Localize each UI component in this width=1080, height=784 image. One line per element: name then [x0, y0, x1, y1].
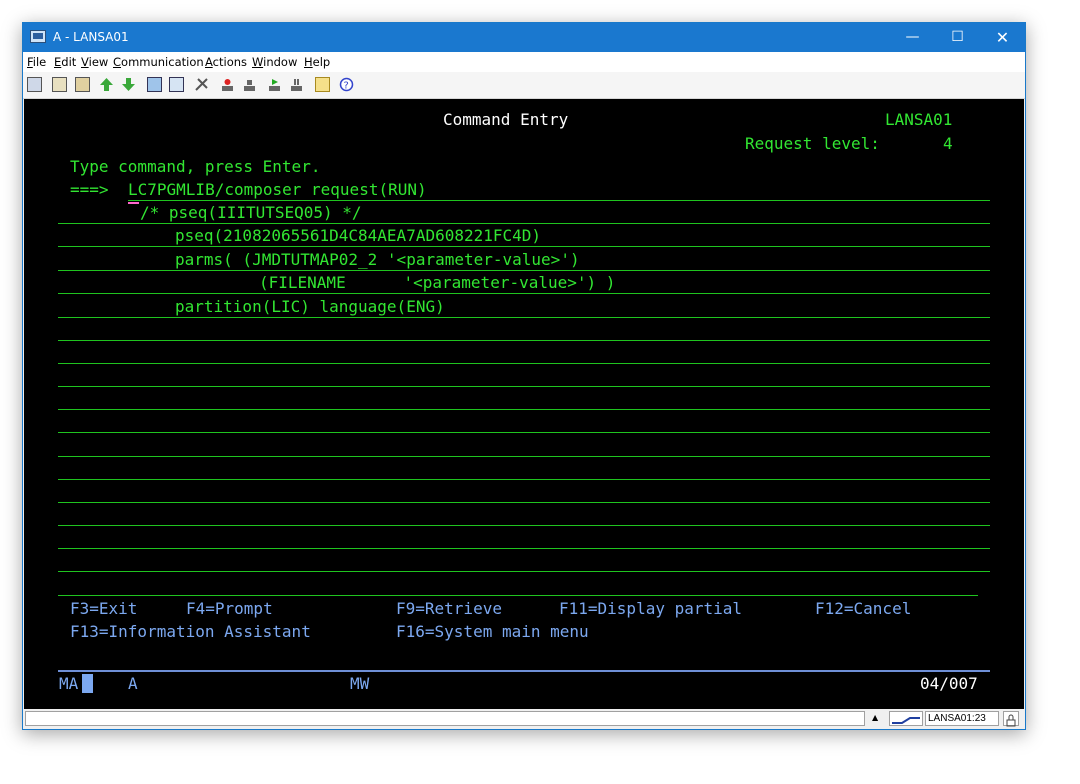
emulator-window: A - LANSA01 — ☐ ✕ File Edit View Communi…	[22, 22, 1026, 730]
oia-cursor-block	[82, 674, 93, 693]
paste-icon[interactable]	[52, 77, 67, 92]
input-field-line[interactable]	[58, 432, 990, 433]
function-key-f11[interactable]: F11=Display partial	[559, 599, 742, 619]
close-button[interactable]: ✕	[980, 23, 1025, 52]
menu-communication[interactable]: Communication	[113, 55, 204, 69]
input-field-line[interactable]	[58, 293, 990, 294]
system-name: LANSA01	[885, 110, 953, 129]
cursor-position: 04/007	[920, 674, 978, 693]
function-key-f9[interactable]: F9=Retrieve	[396, 599, 502, 619]
function-key-f12[interactable]: F12=Cancel	[815, 599, 911, 619]
minimize-button[interactable]: —	[890, 23, 935, 52]
menu-edit[interactable]: Edit	[54, 55, 76, 69]
command-line-6[interactable]: partition(LIC) language(ENG)	[175, 297, 445, 317]
screen-title: Command Entry	[443, 110, 569, 129]
function-key-f16[interactable]: F16=System main menu	[396, 622, 589, 642]
input-field-line[interactable]	[58, 317, 990, 318]
terminal-screen[interactable]: Command Entry LANSA01 Request level: 4 T…	[24, 99, 1024, 709]
input-field-line[interactable]	[58, 409, 990, 410]
copy-icon[interactable]	[27, 77, 42, 92]
function-key-f4[interactable]: F4=Prompt	[186, 599, 273, 619]
terminal-app-icon[interactable]	[30, 30, 46, 43]
lock-icon	[1003, 711, 1019, 727]
input-field-line[interactable]	[58, 223, 990, 224]
command-prompt: ===>	[70, 180, 109, 199]
maximize-button[interactable]: ☐	[935, 23, 980, 52]
record-icon[interactable]	[220, 77, 235, 92]
notes-icon[interactable]	[315, 77, 330, 92]
receive-file-icon[interactable]	[121, 77, 136, 92]
pause-icon[interactable]	[289, 77, 304, 92]
send-file-icon[interactable]	[99, 77, 114, 92]
command-line-2[interactable]: /* pseq(IIITUTSEQ05) */	[140, 203, 362, 223]
command-line-3[interactable]: pseq(21082065561D4C84AEA7AD608221FC4D)	[175, 226, 541, 246]
input-field-line[interactable]	[58, 363, 990, 364]
session-label: LANSA01:23	[925, 711, 999, 726]
input-field-line[interactable]	[58, 548, 990, 549]
input-field-line[interactable]	[58, 456, 990, 457]
input-field-line[interactable]	[58, 270, 990, 271]
command-line-5[interactable]: (FILENAME '<parameter-value>') )	[259, 273, 615, 293]
command-line-1[interactable]: LC7PGMLIB/composer request(RUN)	[128, 180, 427, 200]
input-field-line[interactable]	[58, 571, 990, 572]
settings-icon[interactable]	[194, 77, 209, 92]
instruction-text: Type command, press Enter.	[70, 157, 321, 176]
play-icon[interactable]	[267, 77, 282, 92]
request-level-label: Request level:	[745, 134, 880, 153]
menu-actions[interactable]: Actions	[205, 55, 247, 69]
menu-file[interactable]: File	[27, 55, 46, 69]
keypad-icon[interactable]	[169, 77, 184, 92]
oia-mw: MW	[350, 674, 370, 693]
input-field-line[interactable]	[58, 246, 990, 247]
menu-view[interactable]: View	[81, 55, 108, 69]
triangle-up-icon[interactable]: ▲	[872, 713, 878, 722]
oia-ma: MA	[59, 674, 79, 693]
input-field-line[interactable]	[128, 200, 990, 201]
svg-text:?: ?	[344, 81, 349, 92]
command-line-4[interactable]: parms( (JMDTUTMAP02_2 '<parameter-value>…	[175, 250, 580, 270]
request-level-value: 4	[943, 134, 953, 153]
macro-icon[interactable]	[147, 77, 162, 92]
function-key-f13[interactable]: F13=Information Assistant	[70, 622, 311, 642]
status-message-field	[25, 711, 865, 726]
window-title: A - LANSA01	[53, 30, 129, 44]
menu-help[interactable]: Help	[304, 55, 330, 69]
function-key-f3[interactable]: F3=Exit	[70, 599, 137, 619]
input-field-line[interactable]	[58, 502, 990, 503]
input-field-line[interactable]	[58, 479, 990, 480]
oia-a: A	[128, 674, 138, 693]
text-cursor	[128, 202, 139, 204]
input-field-line[interactable]	[58, 340, 990, 341]
stop-icon[interactable]	[242, 77, 257, 92]
menu-bar: File Edit View Communication Actions Win…	[23, 52, 1025, 72]
toolbar: ?	[23, 72, 1025, 99]
input-field-line[interactable]	[58, 595, 978, 596]
status-bar: ▲ LANSA01:23	[23, 709, 1025, 729]
help-icon[interactable]: ?	[339, 77, 354, 92]
title-bar[interactable]: A - LANSA01 — ☐ ✕	[23, 23, 1025, 52]
oia-separator	[58, 670, 990, 672]
paste-special-icon[interactable]	[75, 77, 90, 92]
menu-window[interactable]: Window	[252, 55, 297, 69]
input-field-line[interactable]	[58, 386, 990, 387]
input-field-line[interactable]	[58, 525, 990, 526]
connection-icon	[889, 711, 923, 726]
